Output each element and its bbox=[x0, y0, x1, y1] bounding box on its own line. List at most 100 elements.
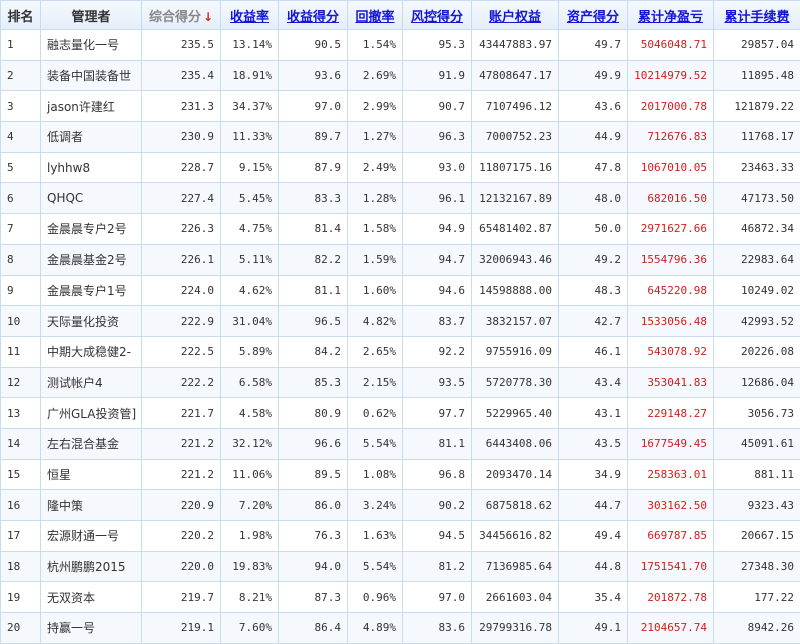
cell-fees: 23463.33 bbox=[714, 152, 800, 183]
cell-asset-score: 49.1 bbox=[559, 613, 628, 644]
table-row: 7金晨晨专户2号226.34.75%81.41.58%94.965481402.… bbox=[1, 214, 800, 245]
cell-fees: 22983.64 bbox=[714, 244, 800, 275]
ranking-table: 排名 管理者 综合得分↓ 收益率 收益得分 回撤率 风控得分 账户权益 资产得分… bbox=[0, 0, 800, 644]
cell-fees: 177.22 bbox=[714, 582, 800, 613]
cell-rank: 4 bbox=[1, 122, 41, 153]
cell-risk-score: 90.2 bbox=[403, 490, 472, 521]
cell-net-profit: 303162.50 bbox=[628, 490, 714, 521]
table-row: 12测试帐户4222.26.58%85.32.15%93.55720778.30… bbox=[1, 367, 800, 398]
cell-manager-name: 广州GLA投资管] bbox=[41, 398, 142, 429]
cell-manager-name: 恒星 bbox=[41, 459, 142, 490]
cell-net-profit: 5046048.71 bbox=[628, 30, 714, 61]
cell-risk-score: 94.5 bbox=[403, 521, 472, 552]
sort-down-arrow-icon: ↓ bbox=[203, 10, 213, 24]
table-row: 3jason许建红231.334.37%97.02.99%90.77107496… bbox=[1, 91, 800, 122]
cell-composite-score: 226.3 bbox=[142, 214, 221, 245]
cell-rank: 19 bbox=[1, 582, 41, 613]
cell-asset-score: 49.2 bbox=[559, 244, 628, 275]
cell-return-score: 81.1 bbox=[279, 275, 348, 306]
cell-net-profit: 258363.01 bbox=[628, 459, 714, 490]
cell-risk-score: 94.9 bbox=[403, 214, 472, 245]
cell-drawdown: 0.96% bbox=[348, 582, 403, 613]
column-header-composite-score[interactable]: 综合得分↓ bbox=[142, 1, 221, 30]
cell-composite-score: 222.5 bbox=[142, 336, 221, 367]
cell-rank: 17 bbox=[1, 521, 41, 552]
cell-asset-score: 49.7 bbox=[559, 30, 628, 61]
cell-rank: 5 bbox=[1, 152, 41, 183]
cell-composite-score: 226.1 bbox=[142, 244, 221, 275]
cell-drawdown: 2.99% bbox=[348, 91, 403, 122]
cell-net-profit: 10214979.52 bbox=[628, 60, 714, 91]
cell-rank: 18 bbox=[1, 551, 41, 582]
cell-manager-name: 低调者 bbox=[41, 122, 142, 153]
cell-risk-score: 83.6 bbox=[403, 613, 472, 644]
cell-net-profit: 2104657.74 bbox=[628, 613, 714, 644]
cell-asset-score: 44.8 bbox=[559, 551, 628, 582]
cell-fees: 9323.43 bbox=[714, 490, 800, 521]
cell-return-rate: 4.58% bbox=[221, 398, 279, 429]
table-row: 16隆中策220.97.20%86.03.24%90.26875818.6244… bbox=[1, 490, 800, 521]
cell-net-profit: 1554796.36 bbox=[628, 244, 714, 275]
cell-drawdown: 2.49% bbox=[348, 152, 403, 183]
cell-return-rate: 4.75% bbox=[221, 214, 279, 245]
cell-fees: 881.11 bbox=[714, 459, 800, 490]
cell-return-score: 81.4 bbox=[279, 214, 348, 245]
cell-manager-name: 金晨晨基金2号 bbox=[41, 244, 142, 275]
cell-equity: 5720778.30 bbox=[472, 367, 559, 398]
cell-fees: 45091.61 bbox=[714, 428, 800, 459]
cell-risk-score: 91.9 bbox=[403, 60, 472, 91]
column-header-equity[interactable]: 账户权益 bbox=[472, 1, 559, 30]
column-header-return-score[interactable]: 收益得分 bbox=[279, 1, 348, 30]
column-header-drawdown[interactable]: 回撤率 bbox=[348, 1, 403, 30]
cell-equity: 43447883.97 bbox=[472, 30, 559, 61]
cell-risk-score: 97.7 bbox=[403, 398, 472, 429]
cell-return-rate: 4.62% bbox=[221, 275, 279, 306]
cell-drawdown: 2.65% bbox=[348, 336, 403, 367]
cell-asset-score: 44.9 bbox=[559, 122, 628, 153]
cell-return-rate: 32.12% bbox=[221, 428, 279, 459]
column-header-net-profit[interactable]: 累计净盈亏 bbox=[628, 1, 714, 30]
cell-rank: 9 bbox=[1, 275, 41, 306]
cell-net-profit: 1677549.45 bbox=[628, 428, 714, 459]
cell-asset-score: 47.8 bbox=[559, 152, 628, 183]
cell-return-score: 96.5 bbox=[279, 306, 348, 337]
cell-rank: 1 bbox=[1, 30, 41, 61]
cell-rank: 11 bbox=[1, 336, 41, 367]
column-header-manager: 管理者 bbox=[41, 1, 142, 30]
cell-equity: 6443408.06 bbox=[472, 428, 559, 459]
cell-fees: 20226.08 bbox=[714, 336, 800, 367]
cell-return-rate: 5.45% bbox=[221, 183, 279, 214]
column-header-risk-score[interactable]: 风控得分 bbox=[403, 1, 472, 30]
cell-risk-score: 93.0 bbox=[403, 152, 472, 183]
cell-net-profit: 1751541.70 bbox=[628, 551, 714, 582]
cell-fees: 47173.50 bbox=[714, 183, 800, 214]
cell-rank: 10 bbox=[1, 306, 41, 337]
cell-composite-score: 219.7 bbox=[142, 582, 221, 613]
column-header-fees[interactable]: 累计手续费 bbox=[714, 1, 800, 30]
cell-fees: 11768.17 bbox=[714, 122, 800, 153]
cell-risk-score: 95.3 bbox=[403, 30, 472, 61]
cell-manager-name: 装备中国装备世 bbox=[41, 60, 142, 91]
cell-composite-score: 222.9 bbox=[142, 306, 221, 337]
cell-composite-score: 220.2 bbox=[142, 521, 221, 552]
table-row: 18杭州鹏鹏2015220.019.83%94.05.54%81.2713698… bbox=[1, 551, 800, 582]
cell-drawdown: 4.82% bbox=[348, 306, 403, 337]
cell-composite-score: 228.7 bbox=[142, 152, 221, 183]
column-header-asset-score[interactable]: 资产得分 bbox=[559, 1, 628, 30]
cell-risk-score: 96.3 bbox=[403, 122, 472, 153]
cell-composite-score: 227.4 bbox=[142, 183, 221, 214]
cell-return-score: 94.0 bbox=[279, 551, 348, 582]
column-header-return-rate[interactable]: 收益率 bbox=[221, 1, 279, 30]
cell-manager-name: 宏源财通一号 bbox=[41, 521, 142, 552]
cell-return-rate: 9.15% bbox=[221, 152, 279, 183]
cell-composite-score: 221.2 bbox=[142, 459, 221, 490]
cell-drawdown: 1.08% bbox=[348, 459, 403, 490]
cell-manager-name: 左右混合基金 bbox=[41, 428, 142, 459]
table-body: 1融志量化一号235.513.14%90.51.54%95.343447883.… bbox=[1, 30, 800, 644]
cell-return-score: 97.0 bbox=[279, 91, 348, 122]
cell-equity: 47808647.17 bbox=[472, 60, 559, 91]
table-row: 5lyhhw8228.79.15%87.92.49%93.011807175.1… bbox=[1, 152, 800, 183]
cell-fees: 27348.30 bbox=[714, 551, 800, 582]
table-row: 14左右混合基金221.232.12%96.65.54%81.16443408.… bbox=[1, 428, 800, 459]
cell-asset-score: 43.4 bbox=[559, 367, 628, 398]
